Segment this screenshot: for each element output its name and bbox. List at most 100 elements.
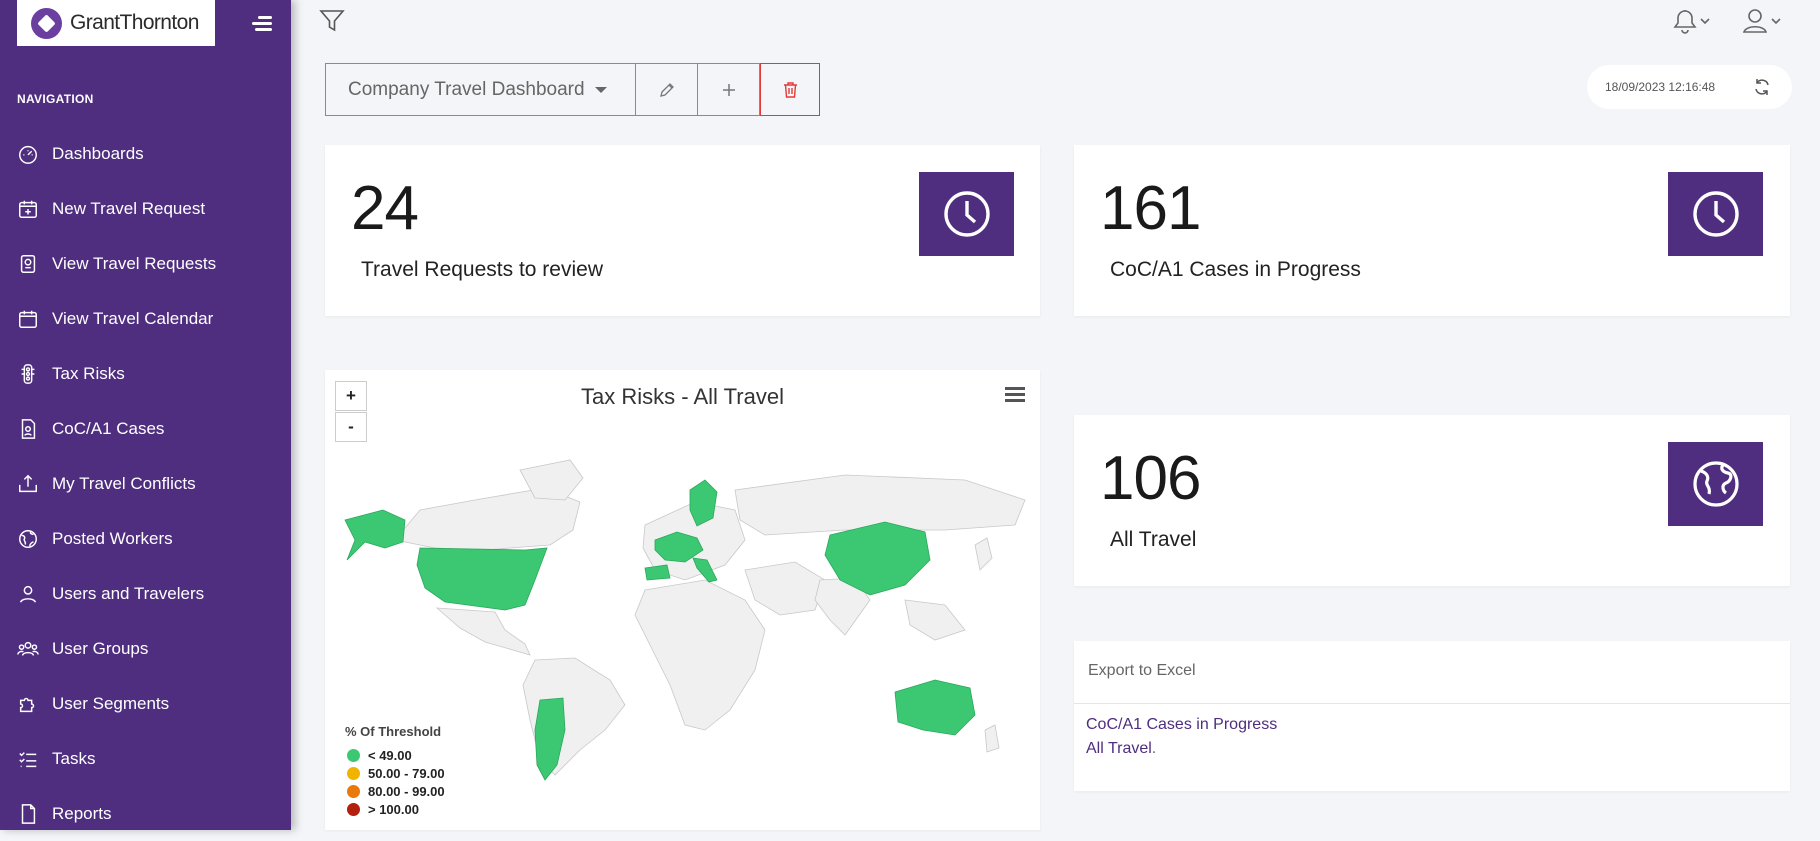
export-link-coc-cases[interactable]: CoC/A1 Cases in Progress: [1086, 716, 1277, 734]
sidebar-item-user-groups[interactable]: User Groups: [0, 621, 291, 676]
puzzle-icon: [19, 697, 35, 712]
sidebar-item-view-travel-requests[interactable]: View Travel Requests: [0, 236, 291, 291]
sidebar-item-label: Tasks: [52, 748, 96, 768]
map-title: Tax Risks - All Travel: [581, 384, 784, 409]
trailing-period: .: [1151, 740, 1157, 757]
map-region-japan: [974, 537, 993, 571]
sidebar-item-label: My Travel Conflicts: [52, 473, 196, 493]
sidebar-item-label: Dashboards: [52, 143, 144, 163]
sidebar-item-label: View Travel Requests: [52, 253, 217, 273]
calendar-icon: [19, 310, 37, 328]
map-region-iberia: [644, 564, 671, 581]
sidebar-item-view-travel-calendar[interactable]: View Travel Calendar: [0, 291, 291, 346]
kpi-label: CoC/A1 Cases in Progress: [1110, 258, 1361, 281]
pencil-icon: [659, 82, 674, 97]
globe-person-icon: [19, 529, 37, 548]
sidebar: GrantThornton NAVIGATION Dashboards New …: [0, 0, 291, 830]
legend-title: % Of Threshold: [345, 724, 442, 739]
filter-icon[interactable]: [319, 8, 345, 34]
legend-dot-green-icon: [347, 748, 360, 762]
last-updated-pill: 18/09/2023 12:16:48: [1587, 65, 1792, 109]
legend-label: > 100.00: [368, 801, 419, 817]
dashboard-select[interactable]: Company Travel Dashboard: [325, 63, 636, 116]
legend-dot-orange-icon: [347, 784, 360, 798]
sidebar-item-label: User Segments: [52, 693, 170, 713]
nav-section-title: NAVIGATION: [17, 92, 94, 106]
sidebar-item-my-travel-conflicts[interactable]: My Travel Conflicts: [0, 456, 291, 511]
kpi-card-coc-cases[interactable]: 161 CoC/A1 Cases in Progress: [1074, 145, 1790, 316]
sidebar-item-tax-risks[interactable]: Tax Risks: [0, 346, 291, 401]
export-title: Export to Excel: [1088, 662, 1196, 679]
refresh-icon[interactable]: [1752, 77, 1772, 97]
clock-icon: [1692, 191, 1739, 237]
export-card: Export to Excel CoC/A1 Cases in Progress…: [1074, 641, 1790, 791]
add-dashboard-button[interactable]: [698, 63, 760, 116]
clock-icon: [943, 191, 990, 237]
map-region-alaska: [344, 509, 406, 561]
document-person-icon: [21, 418, 36, 439]
globe-icon: [1692, 461, 1739, 507]
legend-item[interactable]: 50.00 - 79.00: [345, 764, 445, 782]
map-region-australia: [894, 679, 976, 736]
kpi-value: 106: [1100, 444, 1201, 513]
company-logo[interactable]: GrantThornton: [17, 0, 215, 46]
legend-item[interactable]: < 49.00: [345, 746, 445, 764]
upload-alert-icon: [19, 474, 37, 492]
legend-label: 80.00 - 99.00: [368, 783, 445, 799]
kpi-card-all-travel[interactable]: 106 All Travel: [1074, 415, 1790, 586]
map-region-mexico: [435, 607, 531, 656]
chart-menu-button[interactable]: [1005, 387, 1027, 407]
trash-icon: [783, 81, 797, 98]
kpi-icon-tile: [1668, 172, 1763, 256]
kpi-value: 161: [1100, 174, 1201, 243]
last-updated-timestamp: 18/09/2023 12:16:48: [1605, 80, 1716, 94]
sidebar-item-new-travel-request[interactable]: New Travel Request: [0, 181, 291, 236]
kpi-card-travel-requests[interactable]: 24 Travel Requests to review: [325, 145, 1040, 316]
user-menu-button[interactable]: [1741, 7, 1783, 35]
sidebar-item-label: Posted Workers: [52, 528, 173, 548]
sidebar-collapse-button[interactable]: [248, 14, 272, 34]
delete-dashboard-button[interactable]: [760, 63, 820, 116]
sidebar-item-label: New Travel Request: [52, 198, 206, 218]
sidebar-item-coc-a1-cases[interactable]: CoC/A1 Cases: [0, 401, 291, 456]
sidebar-item-label: User Groups: [52, 638, 149, 658]
divider: [1074, 703, 1790, 704]
edit-dashboard-button[interactable]: [636, 63, 698, 116]
sidebar-item-users-and-travelers[interactable]: Users and Travelers: [0, 566, 291, 621]
export-link-label[interactable]: All Travel: [1086, 740, 1152, 757]
logo-wordmark: GrantThornton: [70, 11, 199, 34]
map-region-usa: [416, 547, 548, 611]
map-zoom-in-button[interactable]: +: [335, 381, 367, 411]
notifications-button[interactable]: [1670, 7, 1712, 35]
sidebar-item-dashboards[interactable]: Dashboards: [0, 126, 291, 181]
sidebar-item-label: Reports: [52, 803, 112, 823]
sidebar-item-reports[interactable]: Reports: [0, 786, 291, 841]
sidebar-item-label: Tax Risks: [52, 363, 125, 383]
legend-label: < 49.00: [368, 747, 412, 763]
sidebar-item-label: Users and Travelers: [52, 583, 205, 603]
kpi-icon-tile: [919, 172, 1014, 256]
sidebar-item-label: View Travel Calendar: [52, 308, 214, 328]
kpi-label: All Travel: [1110, 528, 1197, 551]
legend-item[interactable]: > 100.00: [345, 800, 445, 818]
sidebar-item-user-segments[interactable]: User Segments: [0, 676, 291, 731]
bell-icon: [1673, 10, 1710, 34]
legend-item[interactable]: 80.00 - 99.00: [345, 782, 445, 800]
users-icon: [17, 641, 39, 656]
export-link-all-travel[interactable]: All Travel.: [1086, 740, 1156, 758]
nav-list: Dashboards New Travel Request View Trave…: [0, 126, 291, 841]
caret-down-icon: [594, 86, 607, 93]
tax-risks-map-card: Tax Risks - All Travel + - % Of Threshol…: [325, 370, 1040, 830]
passport-icon: [20, 254, 36, 273]
map-region-africa: [634, 579, 766, 731]
sidebar-item-tasks[interactable]: Tasks: [0, 731, 291, 786]
calendar-plus-icon: [19, 200, 37, 218]
plus-icon: [722, 83, 735, 96]
user-account-icon: [1742, 9, 1781, 33]
legend-dot-yellow-icon: [347, 766, 360, 780]
sidebar-item-posted-workers[interactable]: Posted Workers: [0, 511, 291, 566]
traffic-light-icon: [21, 363, 35, 384]
dashboard-toolbar: Company Travel Dashboard: [325, 63, 820, 116]
map-region-new-zealand: [984, 724, 1000, 753]
kpi-label: Travel Requests to review: [361, 258, 603, 281]
